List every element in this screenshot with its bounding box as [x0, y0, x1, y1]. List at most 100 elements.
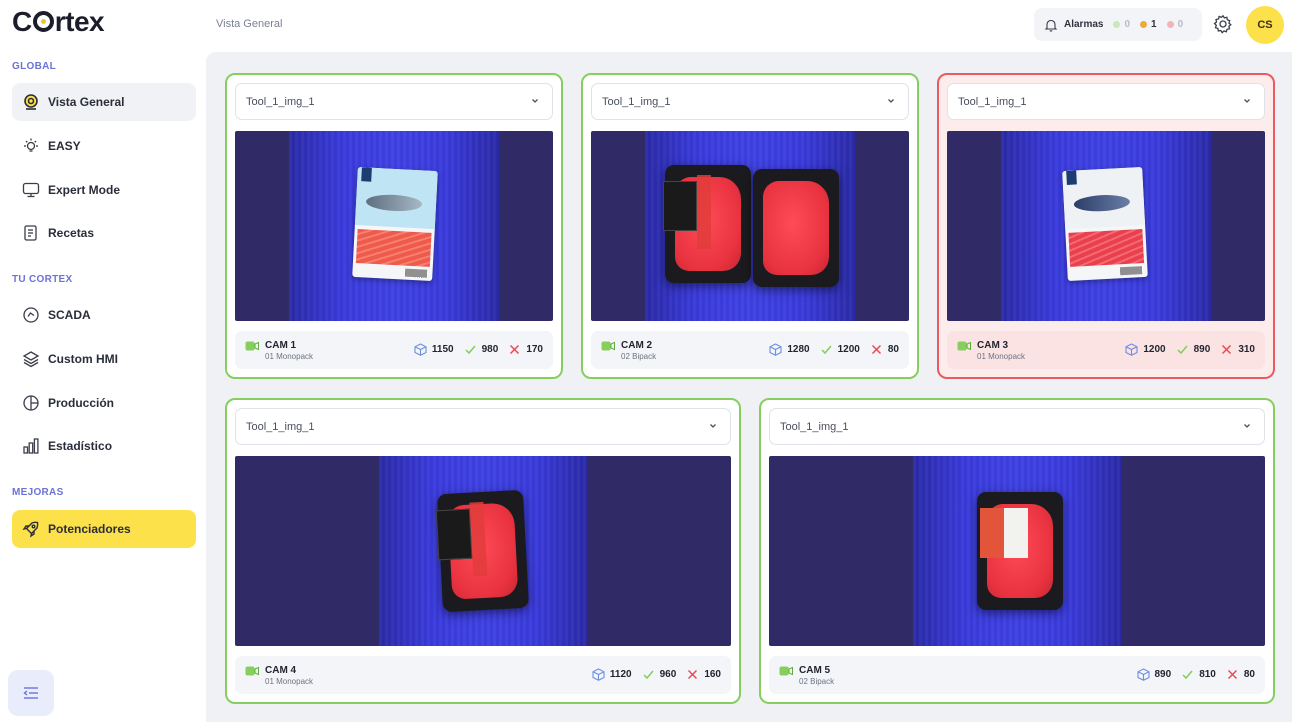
tool-select-value: Tool_1_img_1 [958, 95, 1027, 108]
tool-select-value: Tool_1_img_1 [780, 420, 849, 433]
sidebar-item-label: Producción [48, 396, 115, 410]
collapse-sidebar-button[interactable] [8, 670, 54, 716]
camera-image [947, 131, 1265, 321]
box-icon [592, 668, 605, 681]
check-icon [821, 345, 832, 355]
sidebar-item-easy[interactable]: EASY [12, 127, 196, 165]
chevron-down-icon [1244, 99, 1250, 103]
beef-tray-left [663, 165, 751, 283]
box-icon [769, 343, 782, 356]
dashboard-icon [22, 93, 40, 111]
ko-count: 310 [1238, 344, 1255, 355]
menu-collapse-icon [23, 687, 38, 699]
sidebar-item-label: SCADA [48, 308, 91, 322]
camera-icon [245, 341, 259, 351]
cross-icon [871, 344, 881, 355]
camera-footer: CAM 5 02 Bipack 890 810 80 [769, 656, 1265, 694]
logo-o-mark [32, 11, 54, 32]
check-icon [465, 345, 476, 355]
pie-icon [22, 394, 40, 412]
cross-icon [1222, 344, 1232, 355]
box-icon [1136, 668, 1150, 681]
ko-count: 170 [526, 344, 543, 355]
camera-footer: CAM 1 01 Monopack 1150 980 170 [235, 331, 553, 369]
camera-card-4: Tool_1_img_1 CAM 4 01 Monopack 1120 960 … [225, 398, 741, 704]
camera-card-1: Tool_1_img_1 CAM 1 01 Monopack 1150 980 … [225, 73, 563, 379]
camera-footer: CAM 4 01 Monopack 1120 960 160 [235, 656, 731, 694]
total-count: 1120 [609, 669, 632, 680]
breadcrumb: Vista General [216, 18, 283, 30]
tool-select-value: Tool_1_img_1 [246, 95, 315, 108]
sidebar-item-custom-hmi[interactable]: Custom HMI [12, 340, 196, 378]
ok-count: 810 [1199, 669, 1216, 680]
bulb-icon [22, 137, 40, 155]
camera-image [235, 456, 731, 646]
cross-icon [510, 344, 520, 355]
camera-stats: 1200 890 310 [1115, 343, 1255, 356]
camera-footer: CAM 3 01 Monopack 1200 890 310 [947, 331, 1265, 369]
gear-icon[interactable] [1213, 14, 1233, 34]
ok-count: 890 [1193, 344, 1211, 355]
sidebar-item-estadistico[interactable]: Estadístico [12, 427, 196, 465]
tool-select[interactable]: Tool_1_img_1 [591, 83, 909, 120]
camera-stats: 1280 1200 80 [759, 343, 899, 356]
tool-select[interactable]: Tool_1_img_1 [769, 408, 1265, 445]
sidebar-item-label: Recetas [48, 226, 95, 240]
alarm-count-error: 0 [1177, 19, 1184, 30]
sidebar-item-recetas[interactable]: Recetas [12, 214, 196, 252]
camera-icon [779, 666, 793, 676]
camera-stats: 890 810 80 [1127, 668, 1255, 681]
ok-count: 1200 [837, 344, 860, 355]
sidebar-item-vista-general[interactable]: Vista General [12, 83, 196, 121]
camera-icon [601, 341, 615, 351]
layers-icon [22, 350, 40, 368]
sidebar-item-produccion[interactable]: Producción [12, 384, 196, 422]
recipe-icon [22, 224, 40, 242]
box-icon [1125, 343, 1138, 356]
camera-footer: CAM 2 02 Bipack 1280 1200 80 [591, 331, 909, 369]
section-global: GLOBAL [12, 61, 57, 72]
camera-card-3: Tool_1_img_1 CAM 3 01 Monopack 1200 890 … [937, 73, 1275, 379]
camera-icon [245, 666, 259, 676]
sidebar-item-scada[interactable]: SCADA [12, 296, 196, 334]
ko-count: 80 [887, 344, 899, 355]
sidebar: Crtex GLOBAL Vista General EASY Expert M… [0, 0, 206, 722]
total-count: 1280 [787, 344, 810, 355]
camera-subtitle: 01 Monopack [977, 352, 1026, 361]
beef-tray-right [753, 169, 839, 287]
total-count: 1150 [431, 344, 454, 355]
tool-select[interactable]: Tool_1_img_1 [235, 408, 731, 445]
ko-count: 160 [704, 669, 721, 680]
sidebar-item-label: EASY [48, 139, 81, 153]
sidebar-item-potenciadores[interactable]: Potenciadores [12, 510, 196, 548]
tool-select-value: Tool_1_img_1 [602, 95, 671, 108]
check-icon [1182, 670, 1193, 680]
section-mejoras: MEJORAS [12, 487, 64, 498]
tuna-package [1062, 166, 1148, 282]
chevron-down-icon [532, 99, 538, 103]
top-header: Vista General Alarmas 0 1 0 CS [206, 0, 1292, 52]
alarm-dot-error [1166, 21, 1174, 28]
organic-beef-tray [977, 492, 1063, 610]
sidebar-item-label: Potenciadores [48, 522, 131, 536]
camera-name: CAM 4 [265, 665, 297, 676]
alarms-widget[interactable]: Alarmas 0 1 0 [1034, 8, 1202, 41]
camera-subtitle: 02 Bipack [621, 352, 657, 361]
alarm-count-warning: 1 [1151, 19, 1157, 30]
sidebar-item-label: Vista General [48, 95, 125, 109]
rocket-icon [22, 520, 40, 538]
total-count: 890 [1154, 669, 1172, 680]
tool-select[interactable]: Tool_1_img_1 [947, 83, 1265, 120]
monitor-icon [22, 181, 40, 199]
tool-select[interactable]: Tool_1_img_1 [235, 83, 553, 120]
camera-name: CAM 3 [977, 340, 1009, 351]
chevron-down-icon [710, 424, 716, 428]
alarms-label: Alarmas [1064, 19, 1104, 30]
cortex-logo[interactable]: Crtex [12, 6, 105, 38]
camera-name: CAM 5 [799, 665, 831, 676]
beef-tray [435, 489, 530, 613]
avatar[interactable]: CS [1246, 6, 1284, 44]
sidebar-item-expert-mode[interactable]: Expert Mode [12, 171, 196, 209]
scada-icon [22, 306, 40, 324]
camera-card-2: Tool_1_img_1 CAM 2 02 Bipack 1280 1200 8… [581, 73, 919, 379]
